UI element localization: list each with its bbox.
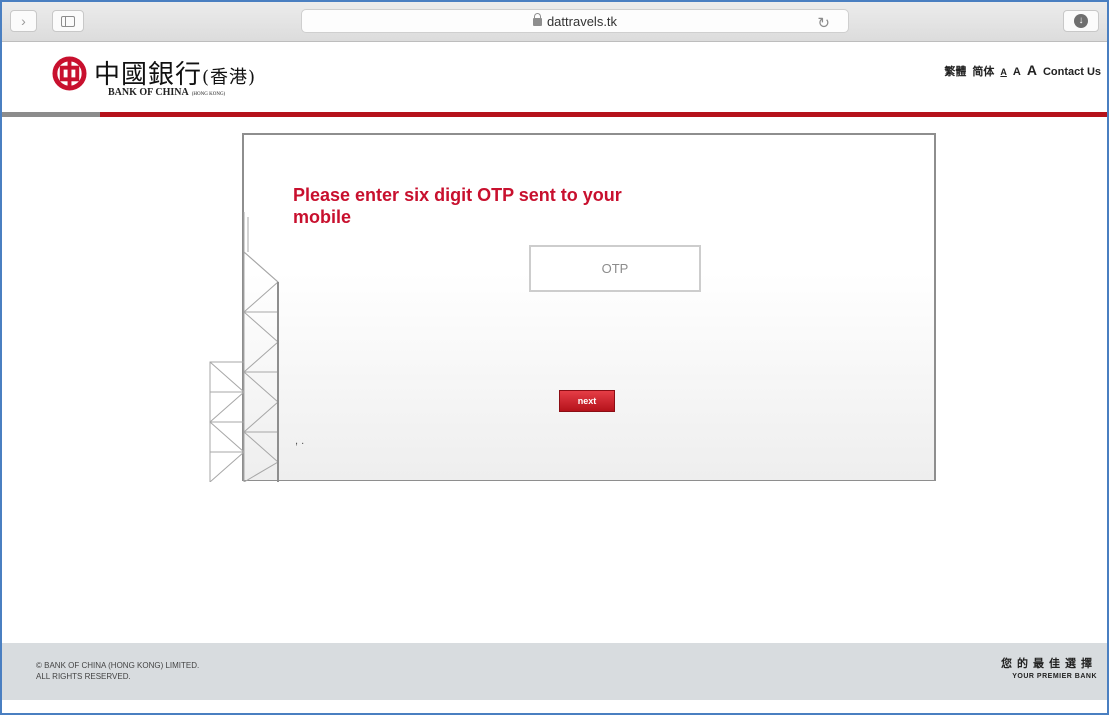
browser-window: › dattravels.tk ↻ ↓ 中國銀行(香港) BANK OF CHI… [0, 0, 1109, 715]
download-icon: ↓ [1074, 14, 1088, 28]
reload-icon[interactable]: ↻ [817, 14, 830, 32]
next-button[interactable]: next [559, 390, 615, 412]
contact-us-link[interactable]: Contact Us [1043, 66, 1101, 78]
otp-input[interactable] [529, 245, 701, 292]
bank-tower-illustration [209, 212, 279, 482]
downloads-button[interactable]: ↓ [1063, 10, 1099, 32]
footnote-dots: , . [295, 435, 305, 447]
url-text: dattravels.tk [546, 13, 618, 29]
copyright-text: © BANK OF CHINA (HONG KONG) LIMITED. ALL… [36, 661, 200, 681]
bank-logo-icon[interactable] [52, 56, 87, 91]
otp-instruction-heading: Please enter six digit OTP sent to your … [293, 185, 622, 227]
site-footer: © BANK OF CHINA (HONG KONG) LIMITED. ALL… [2, 643, 1107, 700]
logo-english-name: BANK OF CHINA (HONG KONG) [108, 87, 226, 98]
back-button[interactable]: › [10, 10, 37, 32]
site-header: 中國銀行(香港) BANK OF CHINA (HONG KONG) 繁體 简体 … [2, 42, 1107, 114]
top-navigation: 繁體 简体 A A A Contact Us [944, 62, 1101, 79]
sidebar-icon [61, 15, 75, 27]
font-size-medium-link[interactable]: A [1013, 66, 1021, 78]
sidebar-toggle-button[interactable] [52, 10, 84, 32]
font-size-large-link[interactable]: A [1027, 62, 1037, 78]
header-divider [2, 112, 1107, 117]
address-bar[interactable]: dattravels.tk ↻ [301, 9, 849, 33]
logo-chinese-name: 中國銀行(香港) [94, 60, 257, 90]
simplified-chinese-link[interactable]: 简体 [972, 63, 994, 79]
lock-icon [532, 13, 542, 26]
browser-toolbar: › dattravels.tk ↻ ↓ [2, 2, 1107, 42]
font-size-small-link[interactable]: A [1000, 67, 1007, 77]
bank-slogan: 您的最佳選擇 YOUR PREMIER BANK [1001, 658, 1097, 680]
traditional-chinese-link[interactable]: 繁體 [944, 63, 966, 79]
chevron-right-icon: › [21, 13, 26, 29]
